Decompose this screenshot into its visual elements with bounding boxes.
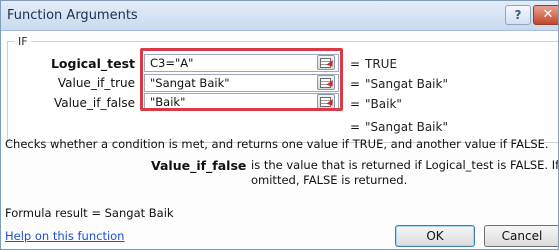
close-icon: ✕ [542, 7, 554, 22]
cancel-button[interactable]: Cancel [484, 225, 558, 247]
logical-test-label: Logical_test [50, 56, 135, 71]
current-argument-description: is the value that is returned if Logical… [251, 158, 559, 187]
formula-result: Formula result = Sangat Baik [5, 206, 174, 220]
help-icon: ? [514, 8, 522, 22]
overall-result: "Sangat Baik" [365, 120, 448, 134]
ok-button[interactable]: OK [395, 225, 475, 247]
function-name: IF [15, 35, 31, 48]
function-description: Checks whether a condition is met, and r… [5, 137, 549, 151]
function-arguments-dialog: Function Arguments ? ✕ IF Logical_test C… [0, 0, 559, 250]
value-if-true-result: "Sangat Baik" [365, 77, 448, 91]
value-if-false-equals: = [350, 97, 361, 111]
current-argument-name: Value_if_false [151, 158, 247, 173]
overall-equals: = [350, 120, 361, 134]
inputs-highlight-box [140, 48, 343, 111]
logical-test-equals: = [350, 57, 361, 71]
logical-test-result: TRUE [365, 57, 398, 71]
help-on-function-link[interactable]: Help on this function [5, 229, 124, 243]
value-if-true-equals: = [350, 77, 361, 91]
help-button[interactable]: ? [505, 5, 531, 25]
value-if-false-result: "Baik" [365, 97, 402, 111]
close-button[interactable]: ✕ [533, 5, 558, 25]
value-if-false-label: Value_if_false [53, 96, 135, 110]
value-if-true-label: Value_if_true [57, 76, 135, 90]
dialog-title: Function Arguments [7, 8, 138, 23]
title-bar: Function Arguments ? ✕ [1, 1, 558, 31]
